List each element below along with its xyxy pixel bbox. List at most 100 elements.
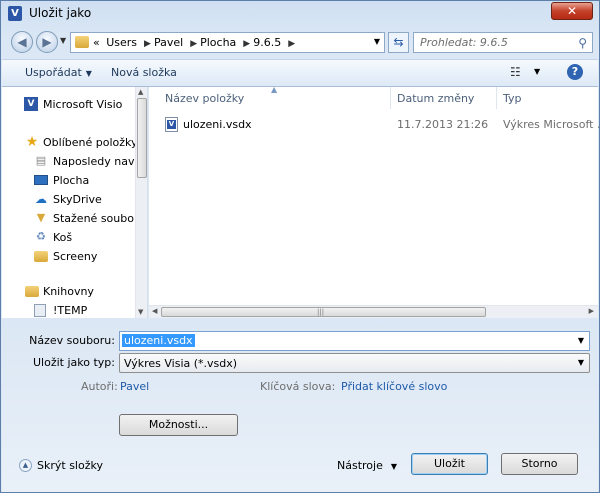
chevron-right-icon[interactable]: ▶ xyxy=(144,39,151,49)
close-button[interactable]: ✕ xyxy=(551,2,593,20)
tools-button[interactable]: Nástroje ▼ xyxy=(337,459,397,472)
address-bar: ◀ ▶ ▼ « Users ▶ Pavel ▶ Plocha ▶ 9.6.5 ▶ ▼ ⇆ Pr… xyxy=(1,28,599,58)
authors-label: Autoři: xyxy=(81,380,118,393)
file-type-value: Výkres Visia (*.vsdx) xyxy=(124,357,238,370)
nav-item-label: Plocha xyxy=(53,174,90,187)
nav-pane-scrollbar[interactable]: ▲ ▼ xyxy=(135,87,147,318)
forward-button[interactable]: ▶ xyxy=(36,31,58,53)
cancel-button[interactable]: Storno xyxy=(501,453,578,475)
navigation-pane: V Microsoft Visio ★ Oblíbené položky ▤ N… xyxy=(2,87,148,318)
column-header-name[interactable]: ▲ Název položky xyxy=(149,85,391,109)
scroll-down-icon[interactable]: ▼ xyxy=(138,308,143,316)
nav-item-microsoft-visio[interactable]: V Microsoft Visio xyxy=(2,96,135,114)
filename-label: Název souboru: xyxy=(29,334,115,347)
nav-item-temp[interactable]: !TEMP xyxy=(2,302,135,318)
scrollbar-thumb[interactable] xyxy=(137,98,147,178)
file-type-select[interactable]: Výkres Visia (*.vsdx) ▼ xyxy=(119,353,590,373)
scroll-up-icon[interactable]: ▲ xyxy=(138,88,143,96)
nav-item-label: Naposledy navštívené xyxy=(53,155,147,168)
search-input[interactable]: Prohledat: 9.6.5 ⚲ xyxy=(413,32,593,53)
nav-item-label: Microsoft Visio xyxy=(43,98,123,111)
nav-item-desktop[interactable]: Plocha xyxy=(2,172,135,190)
file-list: ▲ Název položky Datum změny Typ ulozeni.… xyxy=(149,85,600,318)
save-options-panel: Název souboru: ulozeni.vsdx ▼ Uložit jak… xyxy=(2,321,598,492)
scroll-left-icon[interactable]: ◀ xyxy=(152,307,157,315)
column-header-label: Název položky xyxy=(165,92,245,105)
breadcrumb-item-plocha[interactable]: Plocha xyxy=(200,36,236,49)
new-folder-button[interactable]: Nová složka xyxy=(111,66,177,79)
breadcrumb-item-pavel[interactable]: Pavel xyxy=(154,36,183,49)
nav-item-label: Koš xyxy=(53,231,73,244)
grip-icon: ||| xyxy=(317,308,325,316)
folder-icon xyxy=(75,36,89,48)
save-button[interactable]: Uložit xyxy=(411,453,488,475)
nav-item-screeny[interactable]: Screeny xyxy=(2,248,135,266)
chevron-right-icon[interactable]: ▶ xyxy=(190,39,197,49)
nav-item-skydrive[interactable]: ☁ SkyDrive xyxy=(2,191,135,209)
address-dropdown-button[interactable]: ▼ xyxy=(374,37,380,46)
authors-link[interactable]: Pavel xyxy=(120,380,149,393)
search-icon[interactable]: ⚲ xyxy=(578,36,587,50)
command-bar: Uspořádat ▼ Nová složka ☷ ▼ ? xyxy=(2,59,598,87)
breadcrumb: « Users ▶ Pavel ▶ Plocha ▶ 9.6.5 ▶ xyxy=(93,36,298,49)
chevron-down-icon: ▼ xyxy=(85,69,92,78)
keywords-link[interactable]: Přidat klíčové slovo xyxy=(341,380,447,393)
nav-item-label: SkyDrive xyxy=(53,193,102,206)
nav-item-label: Stažené soubory xyxy=(53,212,145,225)
keywords-label: Klíčová slova: xyxy=(260,380,336,393)
nav-item-downloads[interactable]: ▼ Stažené soubory xyxy=(2,210,145,228)
file-date: 11.7.2013 21:26 xyxy=(397,118,489,131)
file-name: ulozeni.vsdx xyxy=(183,118,252,131)
chevron-down-icon: ▼ xyxy=(390,462,398,471)
file-type: Výkres Microsoft ... xyxy=(503,118,600,131)
nav-item-label: Knihovny xyxy=(43,285,94,298)
filename-input[interactable]: ulozeni.vsdx ▼ xyxy=(119,331,590,351)
chevron-right-icon[interactable]: ▶ xyxy=(288,39,295,49)
column-header-type[interactable]: Typ xyxy=(497,87,598,109)
view-options-icon[interactable]: ☷ xyxy=(510,65,521,79)
nav-item-favorites[interactable]: ★ Oblíbené položky xyxy=(2,134,138,152)
chevron-right-icon[interactable]: ▶ xyxy=(243,39,250,49)
chevron-down-icon: ▼ xyxy=(577,358,584,367)
options-button[interactable]: Možnosti... xyxy=(119,414,238,436)
save-as-dialog: V Uložit jako ✕ ◀ ▶ ▼ « Users ▶ Pavel ▶ Ploc… xyxy=(0,0,600,493)
libraries-icon xyxy=(25,286,39,297)
breadcrumb-item-users[interactable]: Users xyxy=(106,36,137,49)
table-row[interactable]: ulozeni.vsdx 11.7.2013 21:26 Výkres Micr… xyxy=(149,115,600,135)
breadcrumb-item-965[interactable]: 9.6.5 xyxy=(253,36,281,49)
column-header-date[interactable]: Datum změny xyxy=(391,87,497,109)
visio-icon: V xyxy=(24,97,38,111)
file-type-label: Uložit jako typ: xyxy=(33,356,115,369)
nav-item-label: Screeny xyxy=(53,250,98,263)
help-button[interactable]: ? xyxy=(567,64,583,80)
organize-label: Uspořádat xyxy=(25,66,82,79)
scrollbar-thumb[interactable]: ||| xyxy=(161,307,486,317)
nav-item-label: !TEMP xyxy=(53,304,88,317)
refresh-button[interactable]: ⇆ xyxy=(388,32,409,53)
filename-value: ulozeni.vsdx xyxy=(122,334,195,347)
recent-places-icon: ▤ xyxy=(35,154,47,167)
chevron-up-icon: ▲ xyxy=(19,459,32,472)
breadcrumb-overflow[interactable]: « xyxy=(93,36,100,49)
recycle-bin-icon: ♻ xyxy=(36,230,46,243)
star-icon: ★ xyxy=(25,134,39,150)
hide-folders-label: Skrýt složky xyxy=(37,459,103,472)
chevron-down-icon[interactable]: ▼ xyxy=(578,336,584,345)
visio-app-icon: V xyxy=(8,6,22,21)
scroll-right-icon[interactable]: ▶ xyxy=(589,307,594,315)
library-folder-icon xyxy=(34,304,46,317)
title-bar: V Uložit jako ✕ xyxy=(1,1,599,27)
search-placeholder: Prohledat: 9.6.5 xyxy=(420,36,508,49)
horizontal-scrollbar[interactable]: ◀ ||| ▶ xyxy=(149,305,598,318)
nav-item-label: Oblíbené položky xyxy=(43,136,138,149)
recent-locations-dropdown[interactable]: ▼ xyxy=(60,36,66,45)
organize-button[interactable]: Uspořádat ▼ xyxy=(25,66,92,79)
nav-item-libraries[interactable]: Knihovny xyxy=(2,283,135,301)
address-box[interactable]: « Users ▶ Pavel ▶ Plocha ▶ 9.6.5 ▶ ▼ xyxy=(70,32,385,53)
back-button[interactable]: ◀ xyxy=(11,31,33,53)
view-dropdown-button[interactable]: ▼ xyxy=(534,67,540,76)
folder-icon xyxy=(34,251,48,262)
nav-item-recycle-bin[interactable]: ♻ Koš xyxy=(2,229,135,247)
nav-item-recent-places[interactable]: ▤ Naposledy navštívené xyxy=(2,153,147,171)
window-title: Uložit jako xyxy=(29,6,92,20)
